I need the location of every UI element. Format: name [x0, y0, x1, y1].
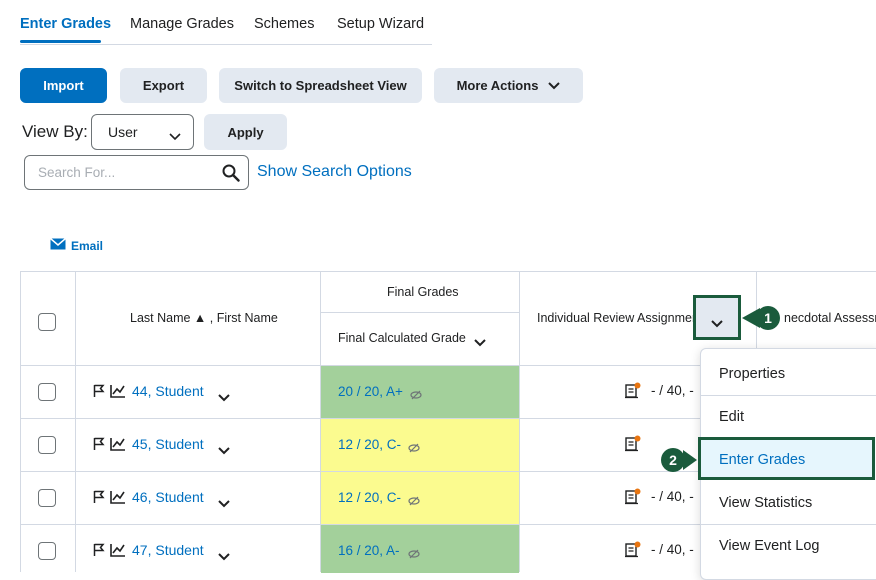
- chevron-down-icon[interactable]: [218, 389, 230, 407]
- menu-divider: [701, 524, 876, 525]
- progress-chart-icon[interactable]: [110, 543, 126, 562]
- grid-col-border: [75, 271, 76, 572]
- final-grade-value[interactable]: 12 / 20, C-: [338, 437, 401, 452]
- chevron-down-icon[interactable]: [218, 548, 230, 566]
- student-name-link[interactable]: 46, Student: [132, 489, 204, 505]
- assignment-score[interactable]: - / 40, -: [651, 489, 694, 504]
- email-button[interactable]: Email: [50, 237, 103, 255]
- final-grade-value[interactable]: 16 / 20, A-: [338, 543, 400, 558]
- flag-icon[interactable]: [93, 490, 105, 509]
- more-actions-label: More Actions: [456, 78, 539, 93]
- menu-item-enter-grades-label: Enter Grades: [719, 452, 806, 468]
- submission-icon[interactable]: [624, 488, 642, 511]
- flag-icon[interactable]: [93, 384, 105, 403]
- row-checkbox[interactable]: [38, 542, 56, 560]
- flag-icon[interactable]: [93, 437, 105, 456]
- email-label: Email: [71, 239, 104, 253]
- student-name-link[interactable]: 44, Student: [132, 383, 204, 399]
- menu-item-view-statistics[interactable]: View Statistics: [719, 495, 812, 511]
- column-context-menu: Properties Edit Enter Grades View Statis…: [698, 348, 876, 580]
- tab-enter-grades[interactable]: Enter Grades: [20, 16, 111, 32]
- grid-top-border: [20, 271, 876, 272]
- grid-col-border: [519, 271, 520, 572]
- callout-one: 1: [756, 306, 780, 330]
- search-placeholder: Search For...: [38, 165, 116, 180]
- flag-icon[interactable]: [93, 543, 105, 562]
- grid-subheader-border: [320, 312, 519, 313]
- grid-left-border: [20, 271, 21, 572]
- student-name-link[interactable]: 47, Student: [132, 542, 204, 558]
- row-checkbox[interactable]: [38, 489, 56, 507]
- import-label: Import: [43, 78, 84, 93]
- final-grade-value[interactable]: 20 / 20, A+: [338, 384, 403, 399]
- view-by-select[interactable]: User: [91, 114, 194, 150]
- chevron-down-icon: [548, 78, 561, 93]
- progress-chart-icon[interactable]: [110, 384, 126, 403]
- menu-item-enter-grades[interactable]: Enter Grades: [698, 437, 875, 480]
- row-checkbox[interactable]: [38, 436, 56, 454]
- more-actions-button[interactable]: More Actions: [434, 68, 583, 103]
- search-icon[interactable]: [222, 164, 240, 185]
- tab-bar: Enter Grades Manage Grades Schemes Setup…: [20, 0, 432, 45]
- hidden-eye-icon: [408, 440, 420, 458]
- final-calculated-grade-header[interactable]: Final Calculated Grade: [338, 331, 466, 345]
- view-by-value: User: [108, 124, 138, 140]
- final-grades-header: Final Grades: [387, 285, 459, 299]
- spreadsheet-view-label: Switch to Spreadsheet View: [234, 78, 407, 93]
- import-button[interactable]: Import: [20, 68, 107, 103]
- callout-two: 2: [661, 448, 685, 472]
- assignment-score[interactable]: - / 40, -: [651, 383, 694, 398]
- hidden-eye-icon: [410, 387, 422, 405]
- anecdotal-assessment-header: necdotal Assessm: [784, 311, 876, 325]
- chevron-down-icon[interactable]: [218, 442, 230, 460]
- name-column-header[interactable]: Last Name ▲ , First Name: [130, 311, 278, 325]
- grid-col-border: [320, 271, 321, 572]
- assignment-score[interactable]: - / 40, -: [651, 542, 694, 557]
- envelope-icon: [50, 237, 66, 255]
- chevron-down-icon[interactable]: [474, 334, 486, 352]
- apply-label: Apply: [227, 124, 264, 140]
- row-checkbox[interactable]: [38, 383, 56, 401]
- menu-divider: [701, 395, 876, 396]
- submission-icon[interactable]: [624, 435, 642, 458]
- progress-chart-icon[interactable]: [110, 437, 126, 456]
- spreadsheet-view-button[interactable]: Switch to Spreadsheet View: [219, 68, 422, 103]
- show-search-options-link[interactable]: Show Search Options: [257, 163, 412, 181]
- progress-chart-icon[interactable]: [110, 490, 126, 509]
- menu-item-view-event-log[interactable]: View Event Log: [719, 538, 820, 554]
- callout-pointer-icon: [683, 450, 697, 470]
- student-name-link[interactable]: 45, Student: [132, 436, 204, 452]
- tab-manage-grades[interactable]: Manage Grades: [130, 16, 234, 32]
- export-button[interactable]: Export: [120, 68, 207, 103]
- search-input[interactable]: Search For...: [24, 155, 249, 190]
- menu-item-properties[interactable]: Properties: [719, 366, 785, 382]
- final-grade-value[interactable]: 12 / 20, C-: [338, 490, 401, 505]
- view-by-label: View By:: [22, 122, 88, 141]
- tab-setup-wizard[interactable]: Setup Wizard: [337, 16, 424, 32]
- column-menu-button[interactable]: [693, 295, 741, 340]
- menu-item-edit[interactable]: Edit: [719, 409, 744, 425]
- chevron-down-icon: [169, 128, 181, 144]
- chevron-down-icon: [711, 315, 723, 333]
- apply-button[interactable]: Apply: [204, 114, 287, 150]
- hidden-eye-icon: [408, 546, 420, 564]
- individual-review-header: Individual Review Assignment: [537, 311, 695, 325]
- chevron-down-icon[interactable]: [218, 495, 230, 513]
- submission-icon[interactable]: [624, 541, 642, 564]
- submission-icon[interactable]: [624, 382, 642, 405]
- export-label: Export: [142, 78, 185, 93]
- active-tab-indicator: [20, 40, 101, 43]
- select-all-checkbox[interactable]: [38, 313, 56, 331]
- tab-schemes[interactable]: Schemes: [254, 16, 314, 32]
- hidden-eye-icon: [408, 493, 420, 511]
